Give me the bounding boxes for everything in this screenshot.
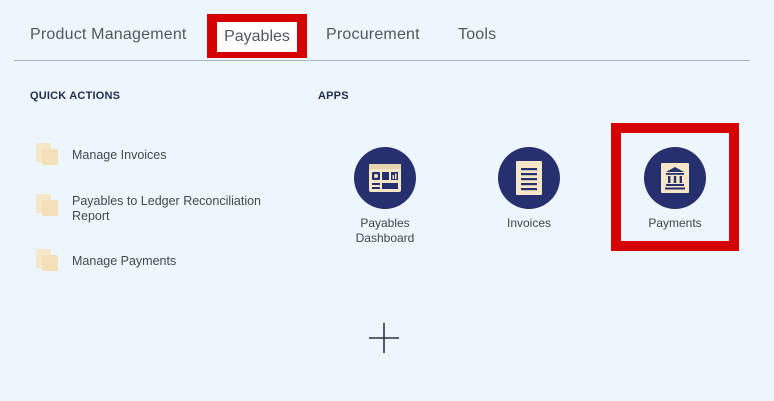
quick-action-manage-invoices[interactable]: Manage Invoices (36, 143, 262, 165)
tab-payables-highlight: Payables (207, 14, 307, 58)
app-icon-circle (644, 147, 706, 209)
document-stack-icon (36, 249, 58, 271)
app-label: Invoices (506, 216, 552, 230)
app-payables-dashboard[interactable]: Payables Dashboard (335, 147, 435, 246)
dashboard-icon (369, 164, 401, 192)
tab-bar: Product Management Payables Procurement … (14, 14, 750, 61)
bank-building-icon (661, 163, 689, 193)
app-payments-highlight: Payments (611, 123, 739, 251)
quick-action-manage-payments[interactable]: Manage Payments (36, 249, 262, 271)
apps-title: APPS (318, 90, 349, 102)
app-icon-circle (354, 147, 416, 209)
quick-action-label: Manage Payments (72, 254, 177, 268)
app-label: Payments (648, 216, 702, 230)
quick-action-label: Manage Invoices (72, 148, 167, 162)
invoice-document-icon (516, 161, 542, 195)
tab-procurement[interactable]: Procurement (326, 26, 420, 44)
quick-actions-title: QUICK ACTIONS (30, 90, 121, 102)
app-label: Payables Dashboard (355, 216, 415, 245)
tab-payables[interactable]: Payables (217, 22, 297, 52)
app-icon-circle (498, 147, 560, 209)
document-stack-icon (36, 194, 58, 216)
app-payments[interactable]: Payments (625, 147, 725, 231)
tab-tools[interactable]: Tools (458, 26, 496, 44)
tab-product-management[interactable]: Product Management (30, 26, 187, 44)
app-invoices[interactable]: Invoices (479, 147, 579, 231)
quick-action-label: Payables to Ledger Reconciliation Report (72, 194, 262, 223)
quick-action-ledger-reconciliation[interactable]: Payables to Ledger Reconciliation Report (36, 194, 262, 224)
plus-icon[interactable] (368, 322, 400, 354)
document-stack-icon (36, 143, 58, 165)
